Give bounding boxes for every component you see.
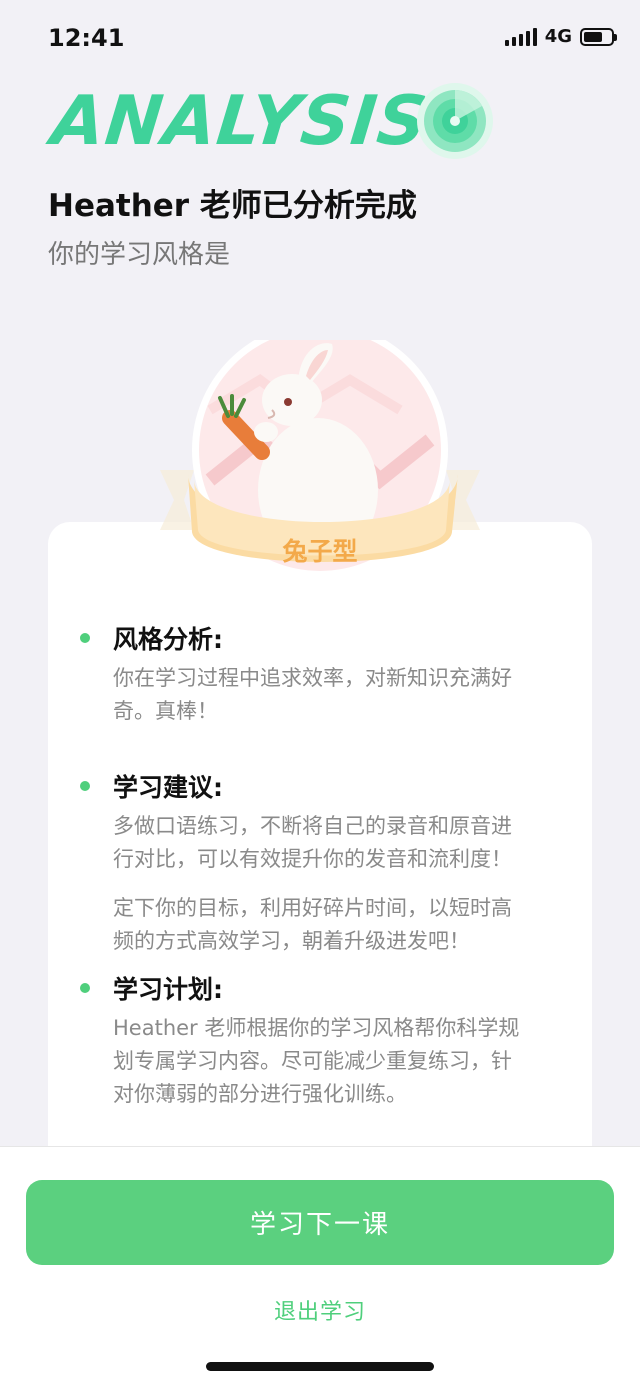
- bullet-dot: [80, 633, 90, 643]
- bullet-dot: [80, 781, 90, 791]
- next-lesson-button[interactable]: 学习下一课: [26, 1180, 614, 1265]
- paragraph-line: 多做口语练习，不断将自己的录音和原音进: [113, 814, 512, 838]
- section-title: 学习建议:: [113, 773, 223, 802]
- network-label: 4G: [544, 26, 572, 47]
- status-icons: 4G: [504, 26, 617, 47]
- section-title: 学习计划:: [113, 975, 223, 1004]
- section-style-analysis: 风格分析: 你在学习过程中追求效率，对新知识充满好 奇。真棒！: [80, 620, 580, 730]
- section-title: 风格分析:: [113, 625, 223, 654]
- paragraph-line: 你在学习过程中追求效率，对新知识充满好: [113, 666, 512, 690]
- paragraph-line: Heather 老师根据你的学习风格帮你科学规: [113, 1016, 520, 1040]
- section-study-advice: 学习建议: 多做口语练习，不断将自己的录音和原音进 行对比，可以有效提升你的发音…: [80, 768, 580, 958]
- battery-icon: [580, 27, 617, 46]
- paragraph-line: 对你薄弱的部分进行强化训练。: [113, 1082, 407, 1106]
- paragraph-line: 奇。真棒！: [113, 699, 218, 723]
- section-paragraph: 多做口语练习，不断将自己的录音和原音进 行对比，可以有效提升你的发音和流利度！: [113, 810, 563, 876]
- signal-icon: [504, 27, 537, 46]
- section-study-plan: 学习计划: Heather 老师根据你的学习风格帮你科学规 划专属学习内容。尽可…: [80, 970, 580, 1140]
- section-paragraph: 定下你的目标，利用好碎片时间，以短时高 频的方式高效学习，朝着升级进发吧！: [113, 892, 563, 958]
- exit-study-link[interactable]: 退出学习: [0, 1294, 640, 1326]
- bullet-dot: [80, 983, 90, 993]
- paragraph-line: 划专属学习内容。尽可能减少重复练习，针: [113, 1049, 512, 1073]
- radar-icon: [417, 83, 493, 159]
- learning-style-type: 兔子型: [282, 537, 358, 566]
- status-bar: 12:41 4G: [0, 0, 640, 80]
- paragraph-line: 行对比，可以有效提升你的发音和流利度！: [113, 847, 512, 871]
- page-subtitle: 你的学习风格是: [48, 240, 231, 270]
- section-paragraph: 你在学习过程中追求效率，对新知识充满好 奇。真棒！: [113, 662, 563, 728]
- status-time: 12:41: [48, 24, 125, 52]
- page-title: Heather 老师已分析完成: [48, 188, 417, 224]
- paragraph-line: 定下你的目标，利用好碎片时间，以短时高: [113, 896, 512, 920]
- section-paragraph: Heather 老师根据你的学习风格帮你科学规 划专属学习内容。尽可能减少重复练…: [113, 1012, 563, 1111]
- analysis-heading: ANALYSIS: [47, 82, 432, 161]
- paragraph-line: 频的方式高效学习，朝着升级进发吧！: [113, 929, 470, 953]
- home-indicator[interactable]: [206, 1362, 434, 1371]
